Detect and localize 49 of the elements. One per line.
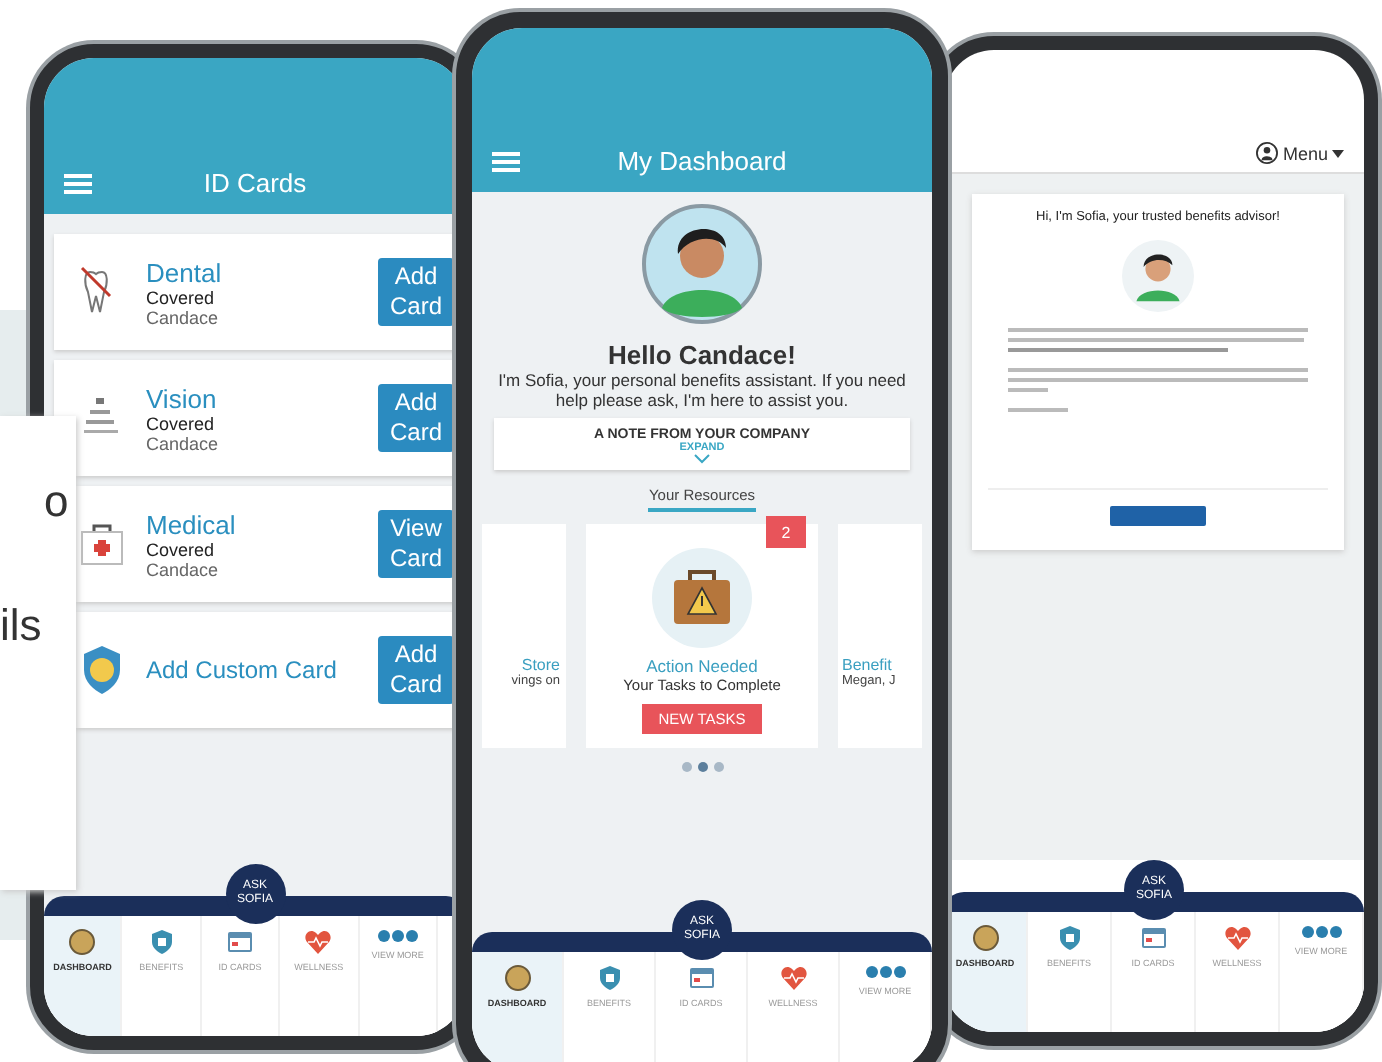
intro-text: I'm Sofia, your personal benefits assistant. If you need help please ask, I'm here to assist you.: [496, 370, 908, 411]
shield-icon: [78, 642, 126, 698]
coverage-status: Covered: [146, 287, 217, 307]
avatar-icon: [642, 204, 762, 324]
more-icon: [375, 928, 420, 944]
avatar-icon: [1122, 240, 1194, 312]
menu-icon[interactable]: [64, 174, 92, 194]
caret-icon: [1332, 149, 1344, 157]
resource-text: Store: [521, 656, 560, 675]
carousel-dot[interactable]: [681, 762, 691, 773]
carousel-dot[interactable]: [697, 762, 707, 773]
shield-icon: [595, 964, 623, 992]
member-name: Candace: [146, 559, 221, 579]
person-icon: [1256, 142, 1279, 164]
coverage-status: Covered: [146, 539, 217, 559]
shield-icon: [1055, 924, 1083, 952]
heart-icon: [304, 928, 333, 956]
card-button[interactable]: Add Card: [377, 258, 454, 326]
card-name: Vision: [146, 383, 219, 413]
shield-icon: [147, 928, 176, 956]
chevron-down-icon: [694, 454, 710, 465]
id-card-icon: [1139, 924, 1167, 952]
panel-text: ils: [0, 600, 42, 652]
resource-title: Action Needed: [646, 656, 758, 677]
briefcase-warning-icon: [652, 548, 752, 649]
card-button[interactable]: Add Card: [377, 636, 454, 704]
heart-icon: [779, 964, 807, 992]
count-badge: 2: [766, 516, 806, 549]
member-name: Candace: [146, 433, 221, 453]
more-icon: [863, 964, 907, 980]
card-name: Medical: [146, 509, 238, 539]
member-name: Candace: [146, 307, 221, 327]
card-name: Dental: [146, 257, 224, 287]
id-card-icon: [687, 964, 715, 992]
card-name: Add Custom Card: [146, 656, 339, 684]
menu-button[interactable]: Menu: [1256, 142, 1344, 164]
screen-title: My Dashboard: [617, 146, 787, 176]
coverage-status: Covered: [146, 413, 217, 433]
card-button[interactable]: View Card: [377, 510, 454, 578]
carousel-dot[interactable]: [713, 762, 723, 773]
heart-icon: [1223, 924, 1251, 952]
resource-text: Benefit: [842, 656, 892, 675]
panel-text: o: [44, 476, 69, 528]
card-button[interactable]: Add Card: [377, 384, 454, 452]
id-card-icon: [226, 928, 255, 956]
screen-title: ID Cards: [203, 168, 307, 198]
greeting: Hello Candace!: [608, 340, 796, 370]
more-icon: [1299, 924, 1343, 940]
menu-icon[interactable]: [492, 152, 520, 172]
